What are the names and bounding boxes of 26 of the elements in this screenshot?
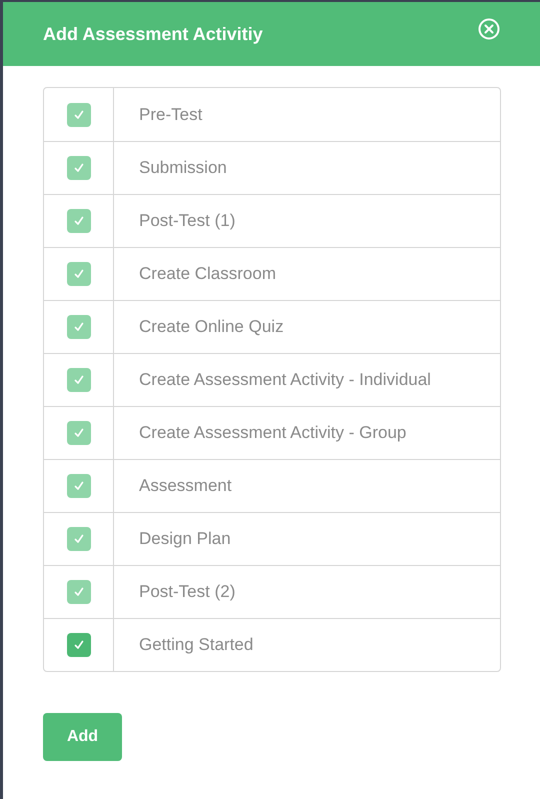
activity-label: Pre-Test: [139, 104, 202, 126]
activity-label: Design Plan: [139, 528, 231, 550]
check-icon: [72, 533, 84, 545]
check-icon: [72, 215, 84, 227]
close-button[interactable]: [478, 18, 500, 40]
check-icon: [72, 268, 84, 280]
activity-label: Create Assessment Activity - Group: [139, 422, 406, 444]
check-icon: [72, 639, 84, 651]
check-icon: [72, 374, 84, 386]
activity-label: Create Assessment Activity - Individual: [139, 369, 431, 392]
check-icon: [72, 108, 84, 120]
dialog-title: Add Assessment Activitiy: [43, 22, 263, 46]
checkbox[interactable]: [66, 633, 90, 657]
activity-label: Create Classroom: [139, 263, 276, 286]
activity-label: Post-Test (2): [139, 581, 236, 604]
check-icon: [72, 321, 84, 333]
check-icon: [72, 480, 84, 492]
check-icon: [72, 162, 84, 174]
activity-label: Getting Started: [139, 634, 254, 656]
check-icon: [72, 427, 84, 439]
activity-label: Assessment: [139, 475, 232, 498]
add-button[interactable]: Add: [43, 713, 122, 761]
activity-label: Submission: [139, 157, 227, 180]
activity-label: Create Online Quiz: [139, 316, 284, 338]
check-icon: [72, 586, 84, 598]
activity-label: Post-Test (1): [139, 210, 236, 232]
